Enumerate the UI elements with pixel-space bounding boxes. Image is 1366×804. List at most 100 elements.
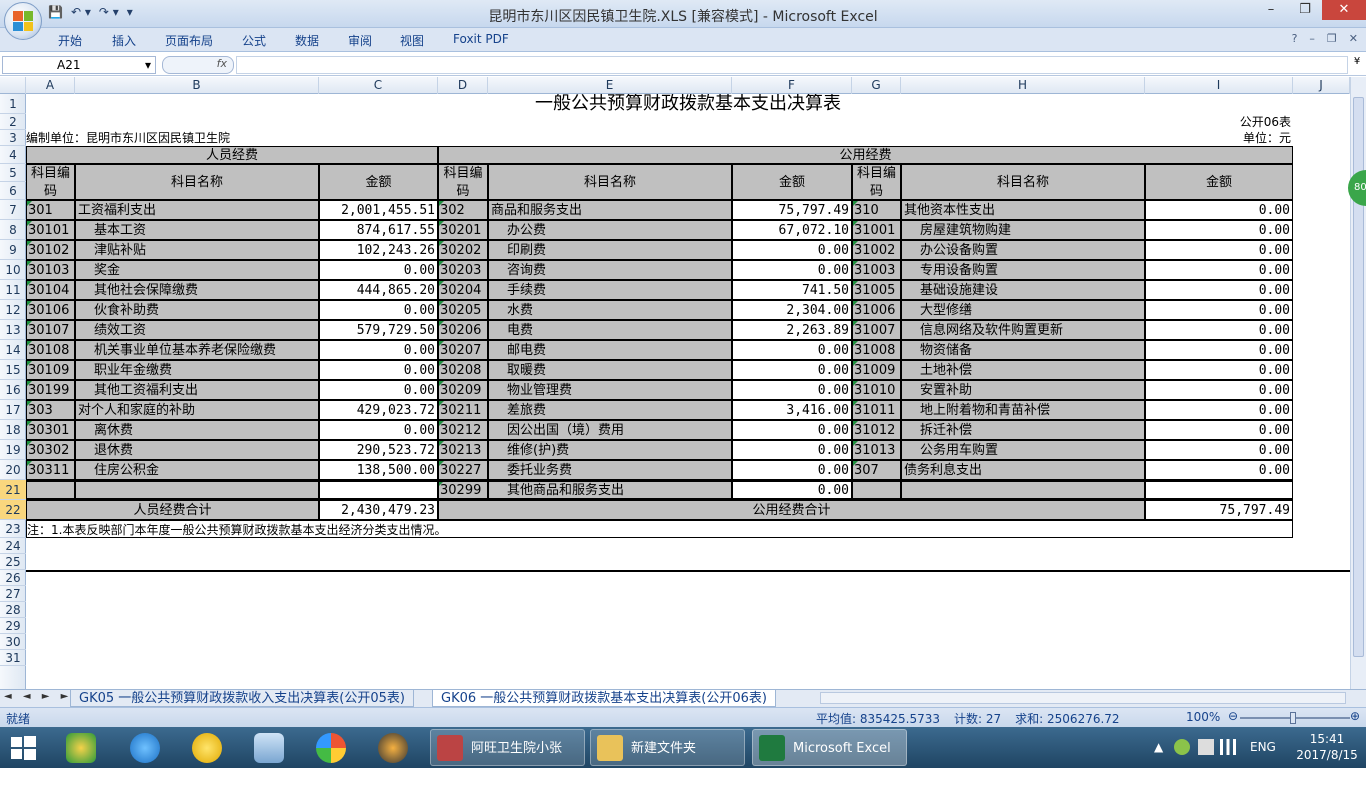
amount-cell[interactable]: 0.00 [319, 380, 438, 400]
name-cell[interactable]: 房屋建筑物购建 [901, 220, 1145, 240]
amount-cell[interactable]: 0.00 [1145, 280, 1293, 300]
taskbar-item-folder[interactable]: 新建文件夹 [590, 729, 745, 766]
tab-foxit-pdf[interactable]: Foxit PDF [453, 32, 509, 46]
code-header[interactable]: 科目编码 [438, 164, 488, 200]
amount-cell[interactable]: 0.00 [732, 440, 852, 460]
amount-cell[interactable]: 0.00 [732, 340, 852, 360]
row-header-22[interactable]: 22 [0, 500, 26, 520]
note-cell[interactable]: 注：1.本表反映部门本年度一般公共预算财政拨款基本支出经济分类支出情况。 [26, 520, 1293, 538]
row-header-21[interactable]: 21 [0, 480, 26, 500]
code-cell[interactable]: 30208 [438, 360, 488, 380]
name-cell[interactable]: 绩效工资 [75, 320, 319, 340]
name-cell[interactable]: 机关事业单位基本养老保险缴费 [75, 340, 319, 360]
chrome-like-icon[interactable] [316, 733, 346, 763]
computer-icon[interactable] [254, 733, 284, 763]
row-header-31[interactable]: 31 [0, 650, 26, 666]
name-cell[interactable]: 印刷费 [488, 240, 732, 260]
code-cell[interactable]: 31010 [852, 380, 901, 400]
code-cell[interactable]: 30103 [26, 260, 75, 280]
name-cell[interactable]: 土地补偿 [901, 360, 1145, 380]
code-cell[interactable]: 30205 [438, 300, 488, 320]
tab-home[interactable]: 开始 [58, 32, 82, 49]
name-cell[interactable]: 咨询费 [488, 260, 732, 280]
amount-cell[interactable]: 0.00 [1145, 240, 1293, 260]
amount-cell[interactable]: 2,304.00 [732, 300, 852, 320]
amount-cell[interactable]: 0.00 [1145, 200, 1293, 220]
row-header-18[interactable]: 18 [0, 420, 26, 440]
amount-cell[interactable]: 0.00 [732, 240, 852, 260]
amount-cell[interactable]: 75,797.49 [732, 200, 852, 220]
name-cell[interactable]: 拆迁补偿 [901, 420, 1145, 440]
name-cell[interactable]: 物业管理费 [488, 380, 732, 400]
amount-cell[interactable]: 3,416.00 [732, 400, 852, 420]
row-header-4[interactable]: 4 [0, 146, 26, 164]
amount-cell[interactable]: 102,243.26 [319, 240, 438, 260]
input-language[interactable]: ENG [1250, 740, 1276, 754]
amount-cell[interactable]: 0.00 [732, 260, 852, 280]
amount-cell[interactable]: 0.00 [1145, 220, 1293, 240]
row-header-24[interactable]: 24 [0, 538, 26, 554]
name-cell[interactable]: 信息网络及软件购置更新 [901, 320, 1145, 340]
amount-cell[interactable]: 0.00 [732, 460, 852, 480]
tray-expand-icon[interactable]: ▲ [1154, 740, 1163, 754]
tab-data[interactable]: 数据 [295, 32, 319, 49]
sheet-tab-gk05[interactable]: GK05 一般公共预算财政拨款收入支出决算表(公开05表) [70, 690, 414, 707]
personnel-header[interactable]: 人员经费 [26, 146, 438, 164]
media-player-icon[interactable] [378, 733, 408, 763]
code-cell[interactable]: 310 [852, 200, 901, 220]
code-cell[interactable]: 30108 [26, 340, 75, 360]
column-header-e[interactable]: E [488, 77, 732, 94]
vertical-scrollbar[interactable] [1350, 77, 1366, 689]
amount-cell[interactable]: 0.00 [319, 420, 438, 440]
sheet-nav-buttons[interactable]: ◄ ◄ ► ► [4, 691, 72, 702]
row-header-10[interactable]: 10 [0, 260, 26, 280]
amount-cell[interactable]: 444,865.20 [319, 280, 438, 300]
name-cell[interactable]: 安置补助 [901, 380, 1145, 400]
app-pinned-icon[interactable] [66, 733, 96, 763]
amount-cell[interactable]: 0.00 [1145, 320, 1293, 340]
name-cell[interactable]: 公务用车购置 [901, 440, 1145, 460]
tab-insert[interactable]: 插入 [112, 32, 136, 49]
workbook-restore-button[interactable]: ❐ [1327, 32, 1337, 45]
worksheet[interactable]: ABCDEFGHIJ 1 2 3 4 5 6 7 8 9 10 11 12 13 14 15 16 17 18 19… [0, 77, 1350, 689]
amount-cell[interactable]: 2,263.89 [732, 320, 852, 340]
tab-formulas[interactable]: 公式 [242, 32, 266, 49]
name-cell[interactable]: 差旅费 [488, 400, 732, 420]
row-header-20[interactable]: 20 [0, 460, 26, 480]
amount-cell[interactable]: 0.00 [1145, 400, 1293, 420]
code-cell[interactable]: 30201 [438, 220, 488, 240]
public-total-value[interactable]: 75,797.49 [1145, 500, 1293, 520]
zoom-slider[interactable] [1240, 712, 1350, 724]
code-cell[interactable]: 303 [26, 400, 75, 420]
row-header-11[interactable]: 11 [0, 280, 26, 300]
code-cell[interactable]: 30211 [438, 400, 488, 420]
code-cell[interactable]: 31012 [852, 420, 901, 440]
insert-function-button[interactable]: fx [162, 56, 234, 74]
name-cell[interactable]: 住房公积金 [75, 460, 319, 480]
code-cell[interactable]: 301 [26, 200, 75, 220]
amount-cell[interactable]: 0.00 [319, 340, 438, 360]
amount-cell[interactable]: 0.00 [1145, 460, 1293, 480]
column-header-g[interactable]: G [852, 77, 901, 94]
code-cell[interactable]: 30212 [438, 420, 488, 440]
taskbar-item-chat[interactable]: 阿旺卫生院小张 [430, 729, 585, 766]
tab-page-layout[interactable]: 页面布局 [165, 32, 213, 49]
name-cell[interactable]: 手续费 [488, 280, 732, 300]
name-cell[interactable]: 大型修缮 [901, 300, 1145, 320]
column-header-i[interactable]: I [1145, 77, 1293, 94]
column-header-j[interactable]: J [1293, 77, 1350, 94]
code-cell[interactable]: 31006 [852, 300, 901, 320]
row-header-28[interactable]: 28 [0, 602, 26, 618]
code-cell[interactable]: 30106 [26, 300, 75, 320]
workbook-close-button[interactable]: ✕ [1349, 32, 1358, 45]
amount-cell[interactable]: 0.00 [1145, 360, 1293, 380]
column-header-h[interactable]: H [901, 77, 1145, 94]
code-cell[interactable]: 30104 [26, 280, 75, 300]
row-header-8[interactable]: 8 [0, 220, 26, 240]
name-box[interactable]: A21 ▾ [2, 56, 156, 74]
code-cell[interactable]: 30227 [438, 460, 488, 480]
amount-cell[interactable]: 0.00 [1145, 340, 1293, 360]
code-cell[interactable]: 31005 [852, 280, 901, 300]
code-cell[interactable]: 30107 [26, 320, 75, 340]
name-box-dropdown-icon[interactable]: ▾ [145, 57, 151, 73]
